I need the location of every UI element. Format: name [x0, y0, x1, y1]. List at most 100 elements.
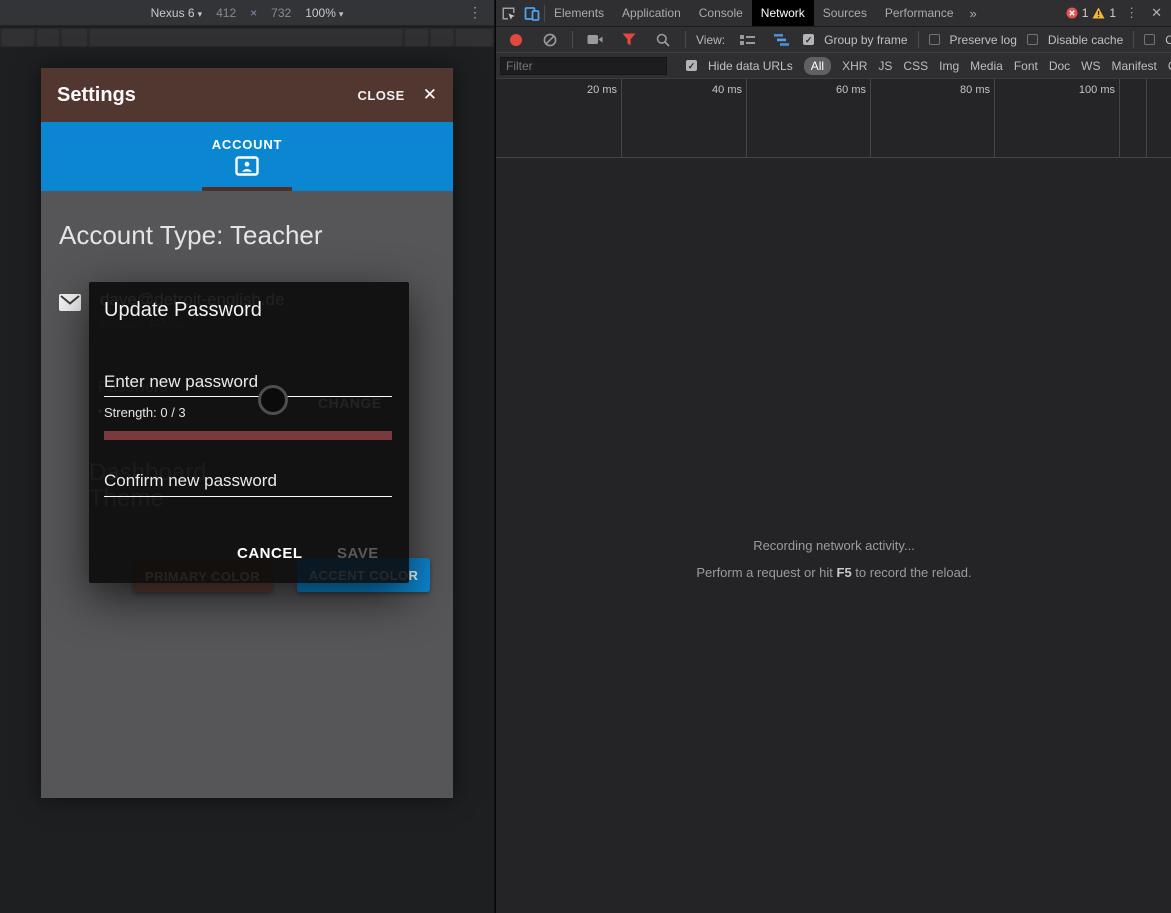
chevron-down-icon: ▾ — [338, 8, 344, 19]
strength-spinner-icon — [258, 385, 288, 415]
network-toolbar: View: ✓ Group by frame Preserve log Disa… — [496, 27, 1171, 53]
type-filter-all[interactable]: All — [803, 56, 832, 75]
tab-network[interactable]: Network — [751, 0, 814, 26]
timeline-tick: 20 ms — [587, 84, 617, 96]
tab-console[interactable]: Console — [690, 0, 752, 26]
skeleton-box — [61, 29, 87, 46]
timeline-gridline — [746, 79, 747, 157]
more-tabs-icon[interactable]: » — [963, 6, 984, 21]
timeline-gridline — [1146, 79, 1147, 157]
error-count: 1 — [1081, 6, 1089, 20]
empty-state-line1: Recording network activity... — [753, 538, 915, 553]
settings-header: Settings CLOSE ✕ — [41, 68, 453, 122]
devtools-close-icon[interactable]: ✕ — [1147, 5, 1171, 21]
devtools-menu-icon[interactable]: ⋮ — [1116, 5, 1147, 21]
type-filter-ws[interactable]: WS — [1081, 59, 1100, 73]
devtools-tabbar: Elements Application Console Network Sou… — [496, 0, 1171, 27]
network-overview-timeline[interactable]: 20 ms 40 ms 60 ms 80 ms 100 ms — [496, 79, 1171, 158]
console-badges[interactable]: 1 1 — [1066, 6, 1116, 20]
account-tab[interactable]: ACCOUNT — [41, 122, 453, 191]
confirm-password-input[interactable]: Confirm new password — [104, 471, 277, 491]
strength-bar — [104, 431, 392, 440]
type-filter-doc[interactable]: Doc — [1049, 59, 1070, 73]
device-width-field[interactable]: 412 — [216, 6, 236, 20]
zoom-select-label: 100% — [305, 5, 336, 20]
save-button[interactable]: SAVE — [337, 545, 379, 562]
toolbar-separator — [685, 31, 686, 48]
toggle-device-toolbar-icon[interactable] — [520, 1, 544, 25]
device-select-label: Nexus 6 — [150, 5, 195, 20]
timeline-tick: 80 ms — [960, 84, 990, 96]
skeleton-box — [431, 29, 454, 46]
error-icon — [1066, 7, 1078, 19]
timeline-gridline — [1119, 79, 1120, 157]
warning-count: 1 — [1109, 6, 1117, 20]
timeline-waterfall-icon[interactable] — [769, 28, 793, 52]
clear-icon[interactable] — [538, 28, 562, 52]
skeleton-box — [89, 29, 403, 46]
toolbar-separator — [1133, 31, 1135, 48]
modal-title: Update Password — [104, 299, 262, 321]
new-password-underline — [104, 396, 392, 397]
empty-state-line2-prefix: Perform a request or hit — [696, 565, 837, 580]
request-rows-view-icon[interactable] — [735, 28, 759, 52]
type-filter-manifest[interactable]: Manifest — [1112, 59, 1157, 73]
filter-funnel-icon[interactable] — [617, 28, 641, 52]
timeline-tick: 40 ms — [712, 84, 742, 96]
device-select[interactable]: Nexus 6 ▾ — [151, 6, 203, 20]
device-toolbar-menu-icon[interactable]: ⋮ — [468, 4, 482, 21]
capture-screenshots-icon[interactable] — [583, 28, 607, 52]
tab-application[interactable]: Application — [613, 0, 690, 26]
toolbar-separator — [917, 31, 919, 48]
empty-state-line2: Perform a request or hit F5 to record th… — [496, 565, 1171, 580]
hide-data-urls-checkbox[interactable]: ✓ — [686, 60, 697, 71]
skeleton-box — [36, 29, 59, 46]
cancel-button[interactable]: CANCEL — [237, 545, 303, 562]
offline-checkbox[interactable] — [1144, 34, 1156, 45]
timeline-gridline — [994, 79, 995, 157]
timeline-tick: 60 ms — [836, 84, 866, 96]
skeleton-box — [2, 29, 34, 46]
empty-state-f5-key: F5 — [836, 565, 852, 580]
account-card-icon — [235, 156, 259, 176]
device-toolbar: Nexus 6 ▾ 412 × 732 100% ▾ ⋮ — [0, 0, 494, 26]
type-filter-css[interactable]: CSS — [903, 59, 928, 73]
group-by-frame-label: Group by frame — [824, 32, 908, 47]
type-filter-js[interactable]: JS — [878, 59, 892, 73]
close-icon[interactable]: ✕ — [423, 85, 437, 105]
device-emulation-panel: Nexus 6 ▾ 412 × 732 100% ▾ ⋮ Settings CLOS… — [0, 0, 494, 913]
tab-elements[interactable]: Elements — [545, 0, 613, 26]
type-filter-media[interactable]: Media — [970, 59, 1003, 73]
dimension-separator-icon: × — [250, 5, 258, 20]
offline-label: Offline — [1165, 33, 1171, 47]
preserve-log-label: Preserve log — [949, 32, 1017, 47]
type-filter-img[interactable]: Img — [939, 59, 959, 73]
zoom-select[interactable]: 100% ▾ — [305, 6, 343, 20]
update-password-modal: Update Password Enter new password Stren… — [89, 282, 409, 583]
settings-title: Settings — [57, 83, 136, 106]
record-icon[interactable] — [504, 28, 528, 52]
new-password-input[interactable]: Enter new password — [104, 372, 258, 392]
close-button[interactable]: CLOSE — [357, 88, 404, 103]
tab-performance[interactable]: Performance — [876, 0, 963, 26]
chevron-down-icon: ▾ — [197, 8, 203, 19]
timeline-gridline — [870, 79, 871, 157]
tab-sources[interactable]: Sources — [814, 0, 876, 26]
disable-cache-checkbox[interactable] — [1026, 34, 1038, 45]
type-filter-font[interactable]: Font — [1014, 59, 1038, 73]
view-label: View: — [696, 32, 726, 47]
search-icon[interactable] — [651, 28, 675, 52]
account-tab-label: ACCOUNT — [211, 137, 283, 152]
group-by-frame-checkbox[interactable]: ✓ — [803, 34, 815, 45]
skeleton-box — [456, 29, 492, 46]
preserve-log-checkbox[interactable] — [928, 34, 940, 45]
filter-input[interactable] — [500, 56, 667, 75]
devtools-panel: Elements Application Console Network Sou… — [495, 0, 1171, 913]
network-filter-bar: ✓ Hide data URLs All XHR JS CSS Img Medi… — [496, 53, 1171, 79]
type-filter-xhr[interactable]: XHR — [842, 59, 867, 73]
device-height-field[interactable]: 732 — [271, 6, 291, 20]
empty-state-line2-suffix: to record the reload. — [851, 565, 972, 580]
inspect-element-icon[interactable] — [496, 1, 520, 25]
confirm-password-underline — [104, 496, 392, 497]
email-icon — [59, 294, 81, 311]
